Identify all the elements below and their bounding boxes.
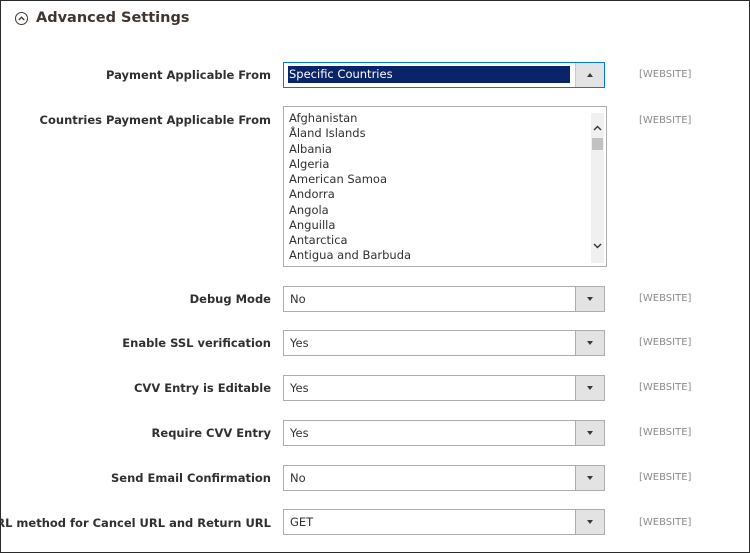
select-toggle[interactable] [575, 331, 604, 355]
section-title: Advanced Settings [36, 10, 190, 26]
field-label: Payment Applicable From [106, 68, 271, 82]
select-value: No [290, 292, 306, 306]
country-option[interactable]: Antarctica [289, 233, 348, 247]
scroll-down-icon[interactable] [591, 239, 604, 253]
send-email-confirmation-select[interactable]: No [283, 465, 605, 491]
country-option[interactable]: Antigua and Barbuda [289, 248, 411, 262]
caret-down-icon [587, 341, 593, 345]
caret-down-icon [587, 520, 593, 524]
country-option[interactable]: Albania [289, 142, 332, 156]
scope-badge: [WEBSITE] [639, 427, 692, 438]
scroll-up-icon[interactable] [591, 121, 604, 135]
scope-badge: [WEBSITE] [639, 337, 692, 348]
caret-down-icon [587, 476, 593, 480]
scope-badge: [WEBSITE] [639, 382, 692, 393]
select-value: GET [290, 515, 314, 529]
countries-multiselect[interactable]: Afghanistan Åland Islands Albania Algeri… [283, 106, 607, 267]
caret-up-icon [587, 73, 593, 77]
country-option[interactable]: Anguilla [289, 218, 335, 232]
select-toggle[interactable] [575, 376, 604, 400]
select-toggle[interactable] [575, 466, 604, 490]
chevron-up-circle-icon [15, 11, 28, 25]
url-method-select[interactable]: GET [283, 509, 605, 535]
cvv-entry-editable-select[interactable]: Yes [283, 375, 605, 401]
scope-badge: [WEBSITE] [639, 472, 692, 483]
caret-down-icon [587, 297, 593, 301]
caret-down-icon [587, 431, 593, 435]
field-label: CVV Entry is Editable [133, 381, 271, 395]
country-option[interactable]: Algeria [289, 157, 329, 171]
scope-badge: [WEBSITE] [639, 517, 692, 528]
field-label: Enable SSL verification [122, 336, 271, 350]
country-option[interactable]: Andorra [289, 187, 335, 201]
scrollbar-thumb[interactable] [592, 138, 603, 150]
scope-badge: [WEBSITE] [639, 293, 692, 304]
field-label: Debug Mode [189, 292, 271, 306]
select-toggle[interactable] [575, 287, 604, 311]
caret-down-icon [587, 386, 593, 390]
select-value: Yes [290, 336, 309, 350]
listbox-scrollbar[interactable] [591, 113, 604, 263]
select-toggle[interactable] [575, 63, 604, 87]
select-toggle[interactable] [575, 421, 604, 445]
select-value: Specific Countries [288, 66, 570, 83]
country-option[interactable]: Åland Islands [289, 126, 366, 140]
select-value: Yes [290, 426, 309, 440]
country-option[interactable]: American Samoa [289, 172, 387, 186]
enable-ssl-verification-select[interactable]: Yes [283, 330, 605, 356]
select-value: Yes [290, 381, 309, 395]
scope-badge: [WEBSITE] [639, 115, 692, 126]
debug-mode-select[interactable]: No [283, 286, 605, 312]
require-cvv-entry-select[interactable]: Yes [283, 420, 605, 446]
field-label: Send Email Confirmation [111, 471, 271, 485]
field-label: Countries Payment Applicable From [39, 113, 271, 127]
scope-badge: [WEBSITE] [639, 69, 692, 80]
country-option[interactable]: Angola [289, 203, 329, 217]
advanced-settings-toggle[interactable]: Advanced Settings [15, 10, 189, 26]
field-label: Require CVV Entry [151, 426, 271, 440]
select-toggle[interactable] [575, 510, 604, 534]
field-label: URL method for Cancel URL and Return URL [0, 516, 271, 530]
select-value: No [290, 471, 306, 485]
settings-panel: Advanced Settings Payment Applicable Fro… [0, 0, 750, 553]
country-option[interactable]: Afghanistan [289, 111, 357, 125]
payment-applicable-from-select[interactable]: Specific Countries [283, 62, 605, 88]
